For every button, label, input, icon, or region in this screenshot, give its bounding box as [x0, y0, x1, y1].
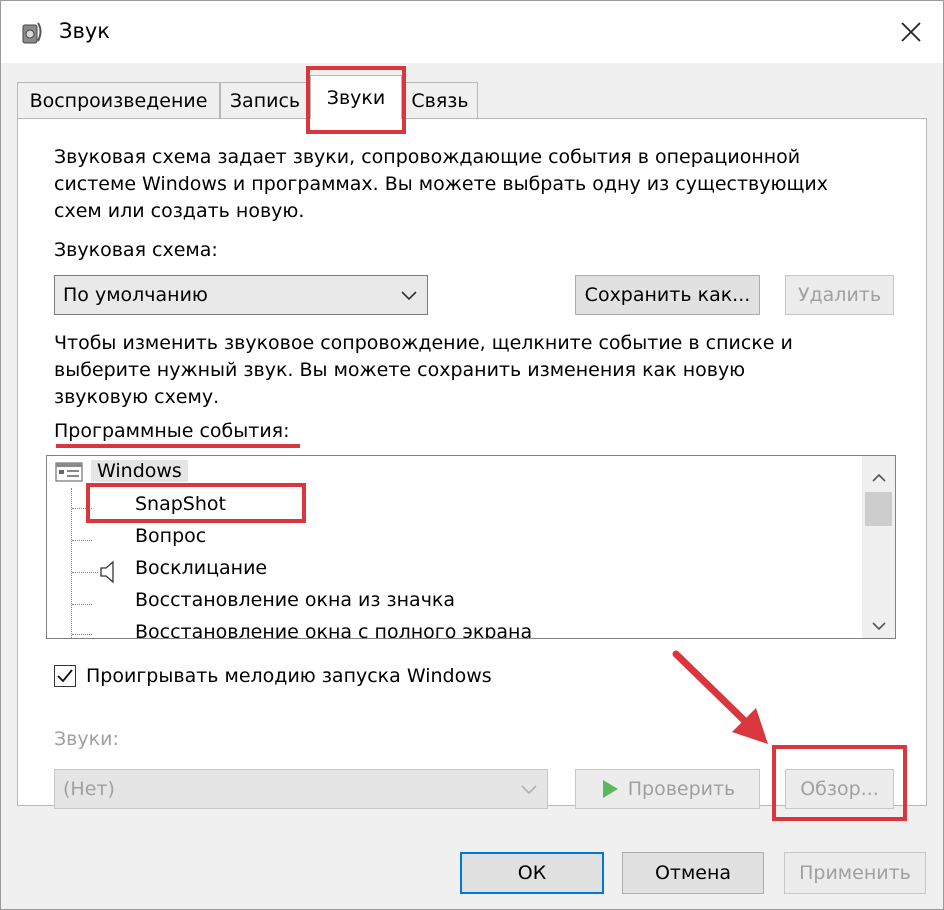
title-bar: Звук — [1, 1, 943, 63]
close-button[interactable] — [881, 7, 941, 57]
tab-label: Звуки — [326, 86, 386, 109]
test-label: Проверить — [627, 778, 736, 800]
delete-button[interactable]: Удалить — [785, 275, 894, 315]
intro-text-line: схем или создать новую. — [54, 200, 305, 222]
tab-label: Связь — [411, 89, 469, 112]
sound-scheme-value: По умолчанию — [63, 284, 208, 306]
checkmark-icon — [57, 669, 73, 683]
tree-branch — [72, 634, 92, 635]
close-icon — [901, 22, 921, 42]
ok-label: ОК — [517, 862, 547, 884]
program-events-label: Программные события: — [54, 420, 290, 442]
browse-button[interactable]: Обзор... — [785, 769, 894, 809]
chevron-down-icon — [401, 291, 417, 301]
intro-text-line: системе Windows и программах. Вы можете … — [54, 173, 828, 195]
apply-label: Применить — [799, 862, 911, 884]
tab-playback[interactable]: Воспроизведение — [17, 82, 220, 118]
list-item[interactable]: Восстановление окна из значка — [135, 589, 455, 611]
list-item[interactable]: Восклицание — [135, 557, 267, 579]
save-as-button[interactable]: Сохранить как... — [575, 275, 760, 315]
delete-label: Удалить — [797, 284, 882, 306]
speaker-icon — [99, 559, 119, 589]
program-events-list[interactable]: Windows SnapShot Вопрос Восклицание Восс… — [46, 455, 896, 639]
tab-label: Воспроизведение — [29, 89, 208, 112]
window-title: Звук — [59, 19, 110, 43]
sounds-label: Звуки: — [54, 728, 119, 750]
speaker-app-icon — [21, 19, 45, 45]
list-scrollbar[interactable] — [862, 456, 895, 638]
startup-sound-label[interactable]: Проигрывать мелодию запуска Windows — [86, 663, 492, 690]
chevron-down-icon — [521, 785, 537, 795]
startup-sound-checkbox[interactable] — [54, 665, 76, 687]
sound-file-value: (Нет) — [63, 778, 115, 800]
tab-sounds[interactable]: Звуки — [310, 75, 402, 119]
cancel-label: Отмена — [654, 862, 732, 884]
intro-text-line: Звуковая схема задает звуки, сопровождаю… — [54, 146, 801, 168]
test-button[interactable]: Проверить — [575, 769, 760, 809]
list-group-windows[interactable]: Windows — [91, 460, 188, 482]
annotation-arrow-icon — [672, 650, 768, 744]
tree-branch — [72, 572, 98, 573]
play-icon — [602, 780, 618, 798]
windows-group-icon — [55, 462, 83, 482]
tree-branch — [72, 540, 92, 541]
tree-branch — [72, 508, 92, 509]
apply-button[interactable]: Применить — [784, 852, 926, 894]
ok-button[interactable]: ОК — [460, 852, 604, 894]
tree-branch — [72, 604, 92, 605]
list-item[interactable]: Вопрос — [135, 525, 206, 547]
sound-file-select[interactable]: (Нет) — [54, 769, 548, 809]
scroll-thumb[interactable] — [865, 492, 892, 526]
annotation-underline — [56, 444, 300, 448]
tab-communications[interactable]: Связь — [402, 82, 478, 118]
tab-label: Запись — [229, 89, 301, 112]
tree-guide-line — [71, 488, 72, 638]
cancel-button[interactable]: Отмена — [622, 852, 764, 894]
scroll-up-icon[interactable] — [871, 468, 887, 487]
tab-recording[interactable]: Запись — [220, 82, 310, 118]
hint-text-line: звуковую схему. — [54, 386, 220, 408]
hint-text-line: выберите нужный звук. Вы можете сохранит… — [54, 359, 746, 381]
sound-dialog: Звук Воспроизведение Запись Звуки Связь … — [0, 0, 944, 910]
scroll-down-icon[interactable] — [871, 616, 887, 635]
hint-text-line: Чтобы изменить звуковое сопровождение, щ… — [54, 332, 793, 354]
browse-label: Обзор... — [800, 778, 879, 800]
sound-scheme-label: Звуковая схема: — [54, 239, 218, 261]
save-as-label: Сохранить как... — [584, 284, 751, 306]
list-item[interactable]: Восстановление окна с полного экрана — [135, 621, 532, 638]
list-item[interactable]: SnapShot — [135, 493, 226, 515]
sound-scheme-select[interactable]: По умолчанию — [54, 275, 428, 315]
